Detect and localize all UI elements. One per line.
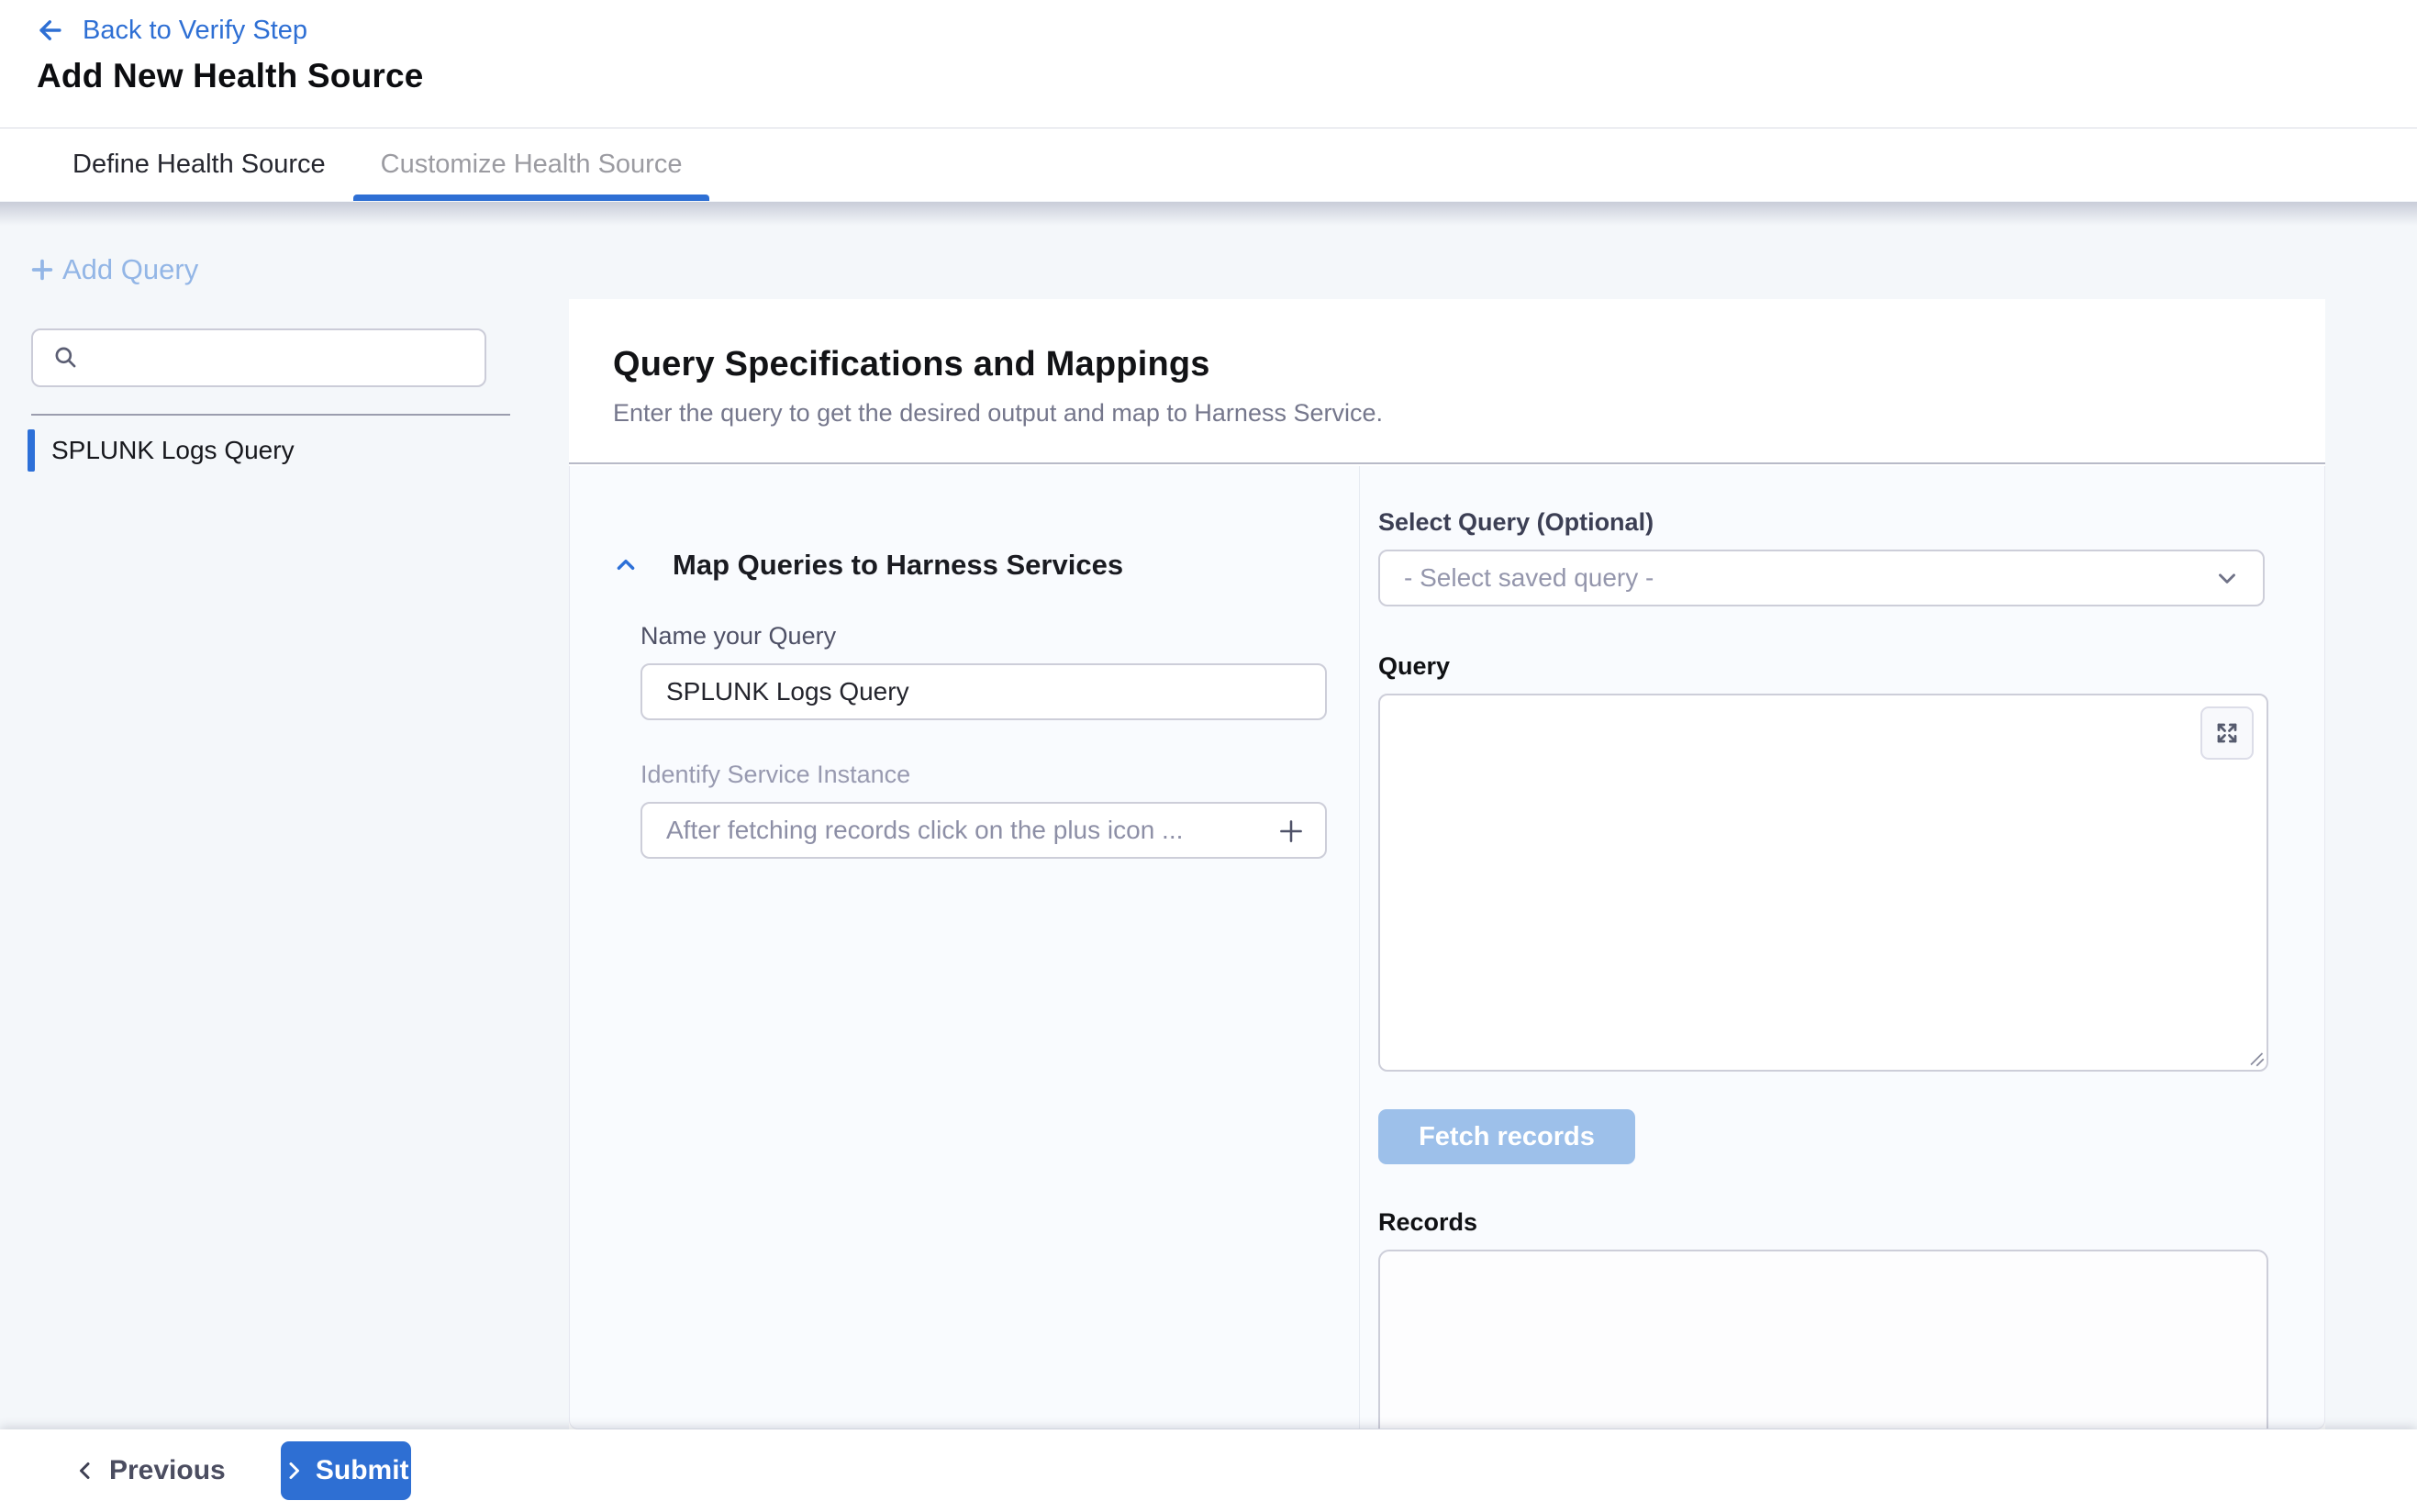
select-query-label: Select Query (Optional) <box>1378 508 2271 537</box>
add-health-source-page: Back to Verify Step Add New Health Sourc… <box>0 0 2417 1512</box>
query-textarea-wrap <box>1378 694 2268 1076</box>
previous-button[interactable]: Previous <box>74 1455 226 1486</box>
query-item-label: SPLUNK Logs Query <box>51 436 295 465</box>
query-name-input[interactable] <box>640 663 1327 720</box>
chevron-left-icon <box>74 1460 96 1482</box>
back-arrow-icon <box>35 15 66 46</box>
previous-label: Previous <box>109 1455 226 1486</box>
active-tab-underline <box>353 195 710 201</box>
panel-body: Map Queries to Harness Services Name you… <box>569 466 2325 1429</box>
records-label: Records <box>1378 1208 2271 1237</box>
back-to-verify-link[interactable]: Back to Verify Step <box>35 15 307 46</box>
records-box <box>1378 1250 2268 1429</box>
expand-arrows-icon <box>2213 719 2241 747</box>
add-service-instance-icon[interactable] <box>1275 816 1307 847</box>
service-instance-field <box>640 802 1327 859</box>
content-area: Add Query SPLUNK Logs Query Query Specif… <box>0 201 2417 1429</box>
plus-icon <box>28 255 57 284</box>
top-header: Back to Verify Step Add New Health Sourc… <box>0 0 2417 128</box>
add-query-button[interactable]: Add Query <box>28 253 198 286</box>
identify-service-instance-label: Identify Service Instance <box>640 761 1359 789</box>
map-queries-section-title: Map Queries to Harness Services <box>673 549 1123 582</box>
tab-label: Customize Health Source <box>381 150 683 180</box>
search-icon <box>51 343 81 372</box>
query-spec-panel: Query Specifications and Mappings Enter … <box>569 299 2325 1429</box>
saved-query-select[interactable]: - Select saved query - <box>1378 550 2265 606</box>
map-queries-column: Map Queries to Harness Services Name you… <box>570 466 1360 1429</box>
tab-label: Define Health Source <box>72 150 326 180</box>
query-sidebar: Add Query SPLUNK Logs Query <box>0 201 569 1429</box>
fetch-records-button[interactable]: Fetch records <box>1378 1109 1635 1164</box>
back-link-label: Back to Verify Step <box>83 16 307 46</box>
page-title: Add New Health Source <box>37 57 424 95</box>
step-tabbar: Define Health Source Customize Health So… <box>0 128 2417 201</box>
textarea-resize-handle[interactable] <box>2246 1049 2265 1067</box>
tab-customize-health-source[interactable]: Customize Health Source <box>353 128 710 201</box>
expand-query-button[interactable] <box>2200 706 2254 760</box>
query-search-input[interactable] <box>81 330 485 385</box>
panel-title: Query Specifications and Mappings <box>613 345 2281 384</box>
tab-define-health-source[interactable]: Define Health Source <box>45 128 353 201</box>
panel-header: Query Specifications and Mappings Enter … <box>569 299 2325 464</box>
chevron-right-icon <box>283 1460 305 1482</box>
query-search-box <box>31 328 486 387</box>
name-your-query-label: Name your Query <box>640 622 1359 650</box>
footer-bar: Previous Submit <box>0 1429 2417 1512</box>
add-query-label: Add Query <box>62 253 198 286</box>
chevron-up-icon <box>614 553 638 577</box>
chevron-down-icon <box>2213 564 2241 592</box>
sidebar-divider <box>31 414 510 416</box>
submit-button[interactable]: Submit <box>281 1441 411 1500</box>
query-textarea[interactable] <box>1378 694 2268 1072</box>
submit-label: Submit <box>316 1455 409 1486</box>
saved-query-select-value: - Select saved query - <box>1404 563 1654 593</box>
panel-subtitle: Enter the query to get the desired outpu… <box>613 399 2281 428</box>
map-queries-section-toggle[interactable]: Map Queries to Harness Services <box>614 549 1359 582</box>
sidebar-item-splunk-logs-query[interactable]: SPLUNK Logs Query <box>28 428 295 472</box>
query-column: Select Query (Optional) - Select saved q… <box>1360 466 2324 1429</box>
query-label: Query <box>1378 652 2271 681</box>
selected-query-indicator <box>28 429 35 472</box>
service-instance-input[interactable] <box>640 802 1327 859</box>
